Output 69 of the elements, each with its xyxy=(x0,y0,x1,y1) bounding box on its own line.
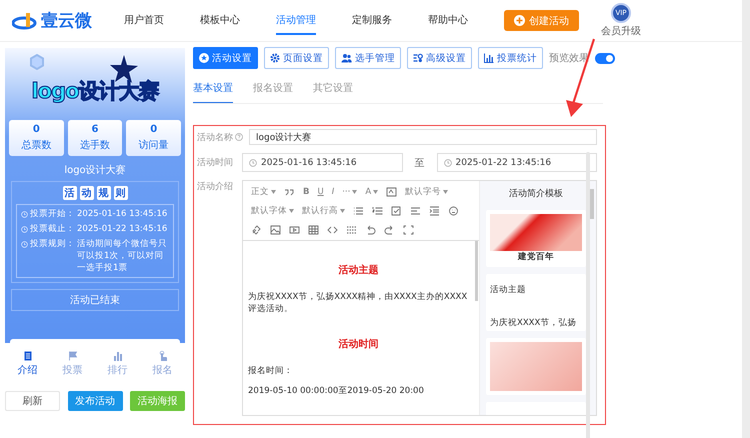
content-paragraph: 2019-05-10 00:00:00至2019-05-20 20:00 xyxy=(248,385,425,397)
bottom-tab[interactable]: 介绍 xyxy=(18,351,38,377)
nav-link[interactable]: 模板中心 xyxy=(200,6,240,34)
rule-value: 2025-01-16 13:45:16 xyxy=(77,208,168,220)
template-card[interactable]: 活动主题 为庆祝XXXX节，弘扬 xyxy=(486,274,586,331)
bottom-tab[interactable]: 投票 xyxy=(62,351,82,377)
settings-tab[interactable]: 其它设置 xyxy=(313,81,353,103)
upgrade-label[interactable]: 会员升级 xyxy=(601,24,641,38)
template-title: 活动主题 xyxy=(490,284,526,296)
action-button[interactable]: 发布活动 xyxy=(68,391,122,411)
section-button[interactable]: 活动设置 xyxy=(193,47,258,69)
rules-title-char: 则 xyxy=(114,186,128,200)
create-activity-button[interactable]: 创建活动 xyxy=(504,10,579,31)
settings-tab[interactable]: 基本设置 xyxy=(193,81,233,103)
rule-value: 活动期间每个微信号只可以投1次，可以对同一选手投1票 xyxy=(77,238,168,274)
bold-button[interactable]: B xyxy=(299,183,314,200)
start-date-field[interactable]: 2025-01-16 13:45:16 xyxy=(242,153,402,172)
action-button[interactable]: 活动海报 xyxy=(130,391,185,411)
status-bar: 活动已结束 xyxy=(11,289,179,311)
template-card[interactable]: 建党百年 xyxy=(486,210,586,267)
content-heading: 活动时间 xyxy=(338,338,380,351)
bottom-tab[interactable]: 排行 xyxy=(108,351,128,377)
field-label: 活动时间 xyxy=(197,156,234,169)
action-button[interactable]: 刷新 xyxy=(5,391,60,411)
bottom-tab[interactable]: 报名 xyxy=(152,351,172,377)
nav-link[interactable]: 定制服务 xyxy=(352,6,392,34)
stat-value: 0 xyxy=(150,124,158,135)
activity-name: logo设计大赛 xyxy=(64,164,126,177)
name-input[interactable]: logo设计大赛 xyxy=(249,129,597,145)
format-dropdown[interactable]: 默认字体 xyxy=(247,202,298,219)
field-label: 活动介绍 xyxy=(197,180,234,193)
stat-value: 0 xyxy=(32,124,40,135)
settings-tab[interactable]: 报名设置 xyxy=(253,81,293,103)
stat-label: 选手数 xyxy=(80,138,110,152)
rules-title-char: 规 xyxy=(96,186,110,200)
rule-label: 投票截止： xyxy=(30,223,75,235)
section-button[interactable]: 高级设置 xyxy=(407,47,472,69)
section-button[interactable]: 页面设置 xyxy=(264,47,329,69)
rule-label: 投票规则： xyxy=(30,238,75,250)
rule-value: 2025-01-22 13:45:16 xyxy=(77,223,168,235)
logo-text: 壹云微 xyxy=(41,10,92,32)
range-separator: 至 xyxy=(414,156,424,170)
nav-link[interactable]: 活动管理 xyxy=(276,6,316,34)
template-caption: 建党百年 xyxy=(518,251,554,263)
section-button[interactable]: 选手管理 xyxy=(335,47,401,69)
format-dropdown[interactable]: A xyxy=(361,183,382,200)
end-date-field[interactable]: 2025-01-22 13:45:16 xyxy=(436,153,597,172)
rules-title-char: 活 xyxy=(62,186,76,200)
format-dropdown[interactable]: ··· xyxy=(338,183,362,200)
format-dropdown[interactable]: 默认行高 xyxy=(298,202,349,219)
underline-button[interactable]: U xyxy=(313,183,328,200)
stat-label: 访问量 xyxy=(138,138,169,152)
format-dropdown[interactable]: 正文 xyxy=(247,183,280,200)
nav-link[interactable]: 帮助中心 xyxy=(428,6,468,34)
field-label: 活动名称 xyxy=(197,132,233,144)
format-dropdown[interactable]: 默认字号 xyxy=(401,183,452,200)
content-paragraph: 报名时间： xyxy=(248,365,294,377)
stat-label: 总票数 xyxy=(21,138,52,152)
nav-link[interactable]: 用户首页 xyxy=(124,6,164,34)
section-button[interactable]: 投票统计 xyxy=(478,47,543,69)
rule-label: 投票开始： xyxy=(30,208,75,220)
template-text: 为庆祝XXXX节，弘扬 xyxy=(490,317,576,329)
template-panel-title: 活动简介模板 xyxy=(508,188,564,200)
italic-button[interactable]: I xyxy=(328,183,338,200)
rules-title-char: 动 xyxy=(80,186,94,200)
content-paragraph: 为庆祝XXXX节，弘扬XXXX精神，由XXXX主办的XXXX评选活动。 xyxy=(248,291,468,315)
content-heading: 活动主题 xyxy=(338,263,380,277)
stat-value: 6 xyxy=(92,124,98,135)
title-art: logo设计大赛 xyxy=(31,78,159,105)
